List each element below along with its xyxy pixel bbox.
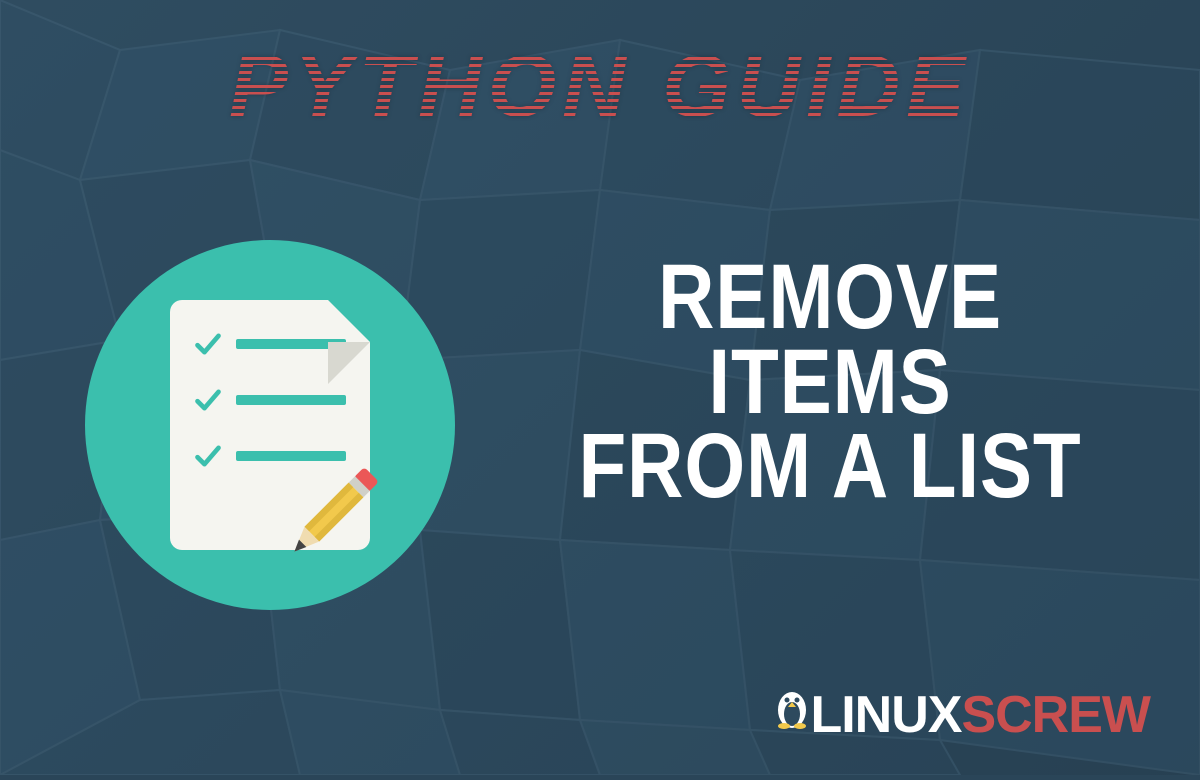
check-icon	[194, 386, 222, 414]
checklist-document-icon	[170, 300, 370, 550]
checklist-row	[194, 386, 346, 414]
pencil-icon	[268, 448, 398, 578]
main-title: REMOVE ITEMS FROM A LIST	[490, 255, 1170, 509]
checklist-icon-circle	[85, 240, 455, 610]
brand-part2: SCREW	[961, 685, 1150, 745]
check-icon	[194, 330, 222, 358]
header-title: PYTHON GUIDE	[229, 35, 971, 137]
check-icon	[194, 442, 222, 470]
penguin-icon	[768, 684, 816, 732]
checklist-row	[194, 330, 346, 358]
document-fold-corner	[328, 300, 370, 342]
brand-logo-text: LINUXSCREW	[768, 684, 1150, 745]
checklist-line	[236, 395, 346, 405]
main-title-line2: FROM A LIST	[541, 424, 1119, 509]
main-title-line1: REMOVE ITEMS	[541, 255, 1119, 424]
brand-part1: LINUX	[810, 685, 961, 745]
